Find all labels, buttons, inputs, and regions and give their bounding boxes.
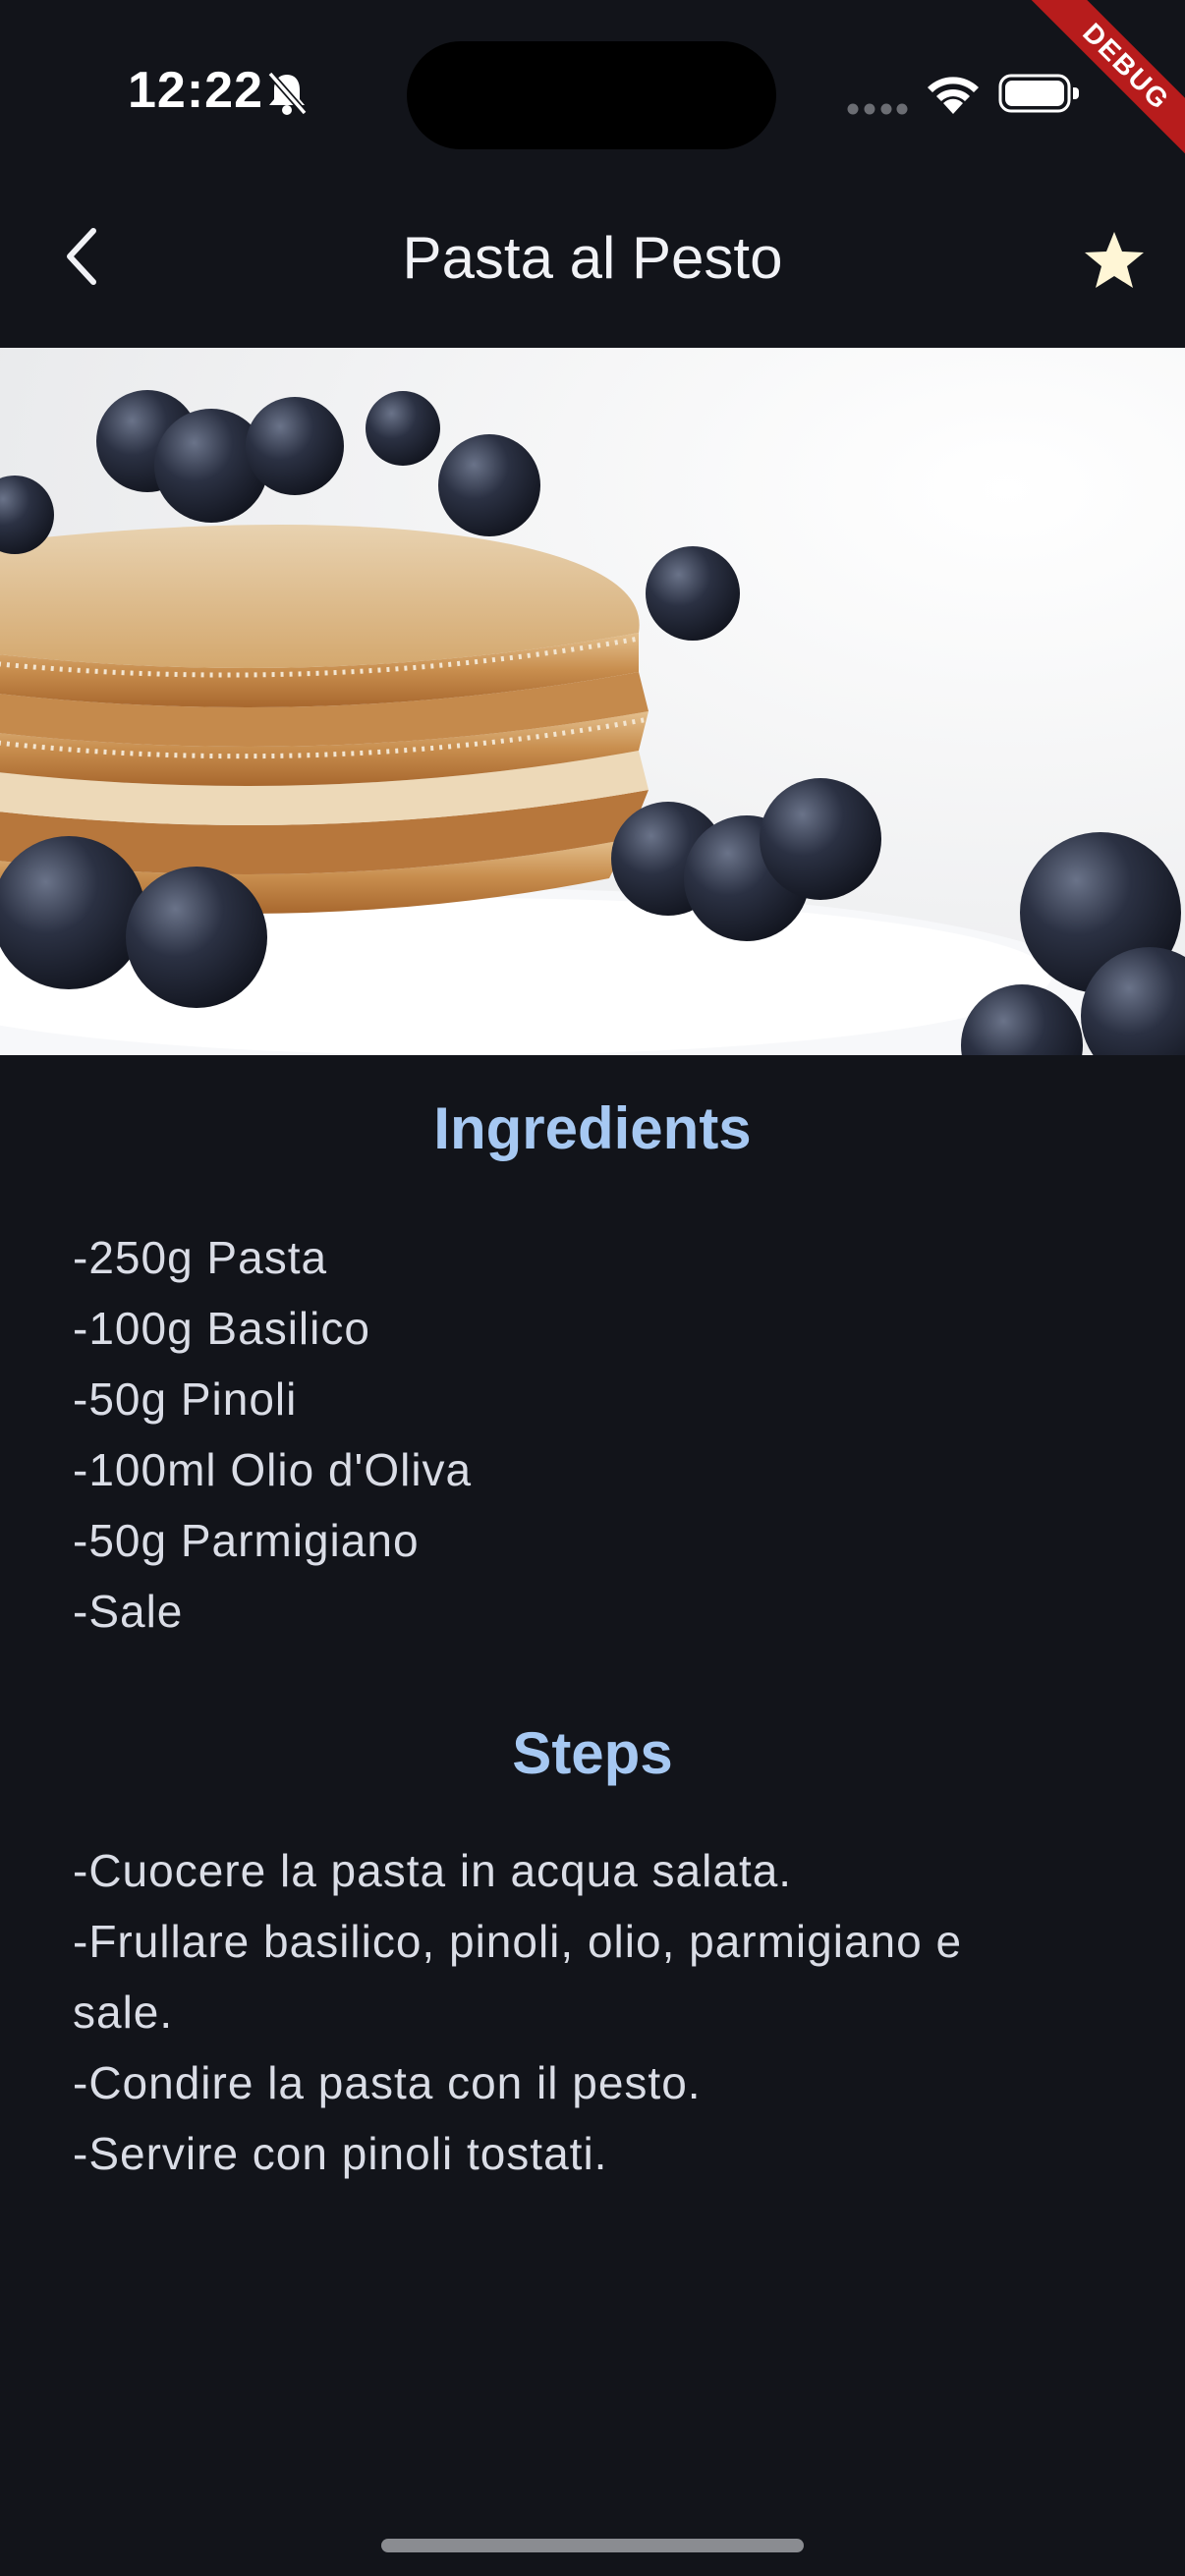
app-bar: Pasta al Pesto xyxy=(0,187,1185,348)
ingredient-item: -50g Pinoli xyxy=(73,1373,298,1425)
step-line: -Frullare basilico, pinoli, olio, parmig… xyxy=(73,1916,963,1967)
dynamic-island xyxy=(407,41,776,149)
steps-list: -Cuocere la pasta in acqua salata. -Frul… xyxy=(73,1835,1114,2189)
status-time: 12:22 xyxy=(128,62,263,119)
status-bar: 12:22 DEBUG xyxy=(0,0,1185,187)
step-line: -Cuocere la pasta in acqua salata. xyxy=(73,1845,793,1896)
step-line: -Condire la pasta con il pesto. xyxy=(73,2057,702,2108)
star-icon xyxy=(1085,232,1144,288)
home-indicator[interactable] xyxy=(381,2539,804,2552)
ingredients-heading: Ingredients xyxy=(433,1095,752,1161)
ingredient-item: -100ml Olio d'Oliva xyxy=(73,1444,473,1495)
step-line: sale. xyxy=(73,1987,174,2038)
bell-slash-icon xyxy=(267,71,308,116)
ingredient-item: -Sale xyxy=(73,1586,184,1637)
ingredient-item: -100g Basilico xyxy=(73,1303,370,1354)
wifi-icon xyxy=(928,77,979,114)
cellular-signal-icon xyxy=(847,103,908,115)
ingredient-item: -250g Pasta xyxy=(73,1232,328,1283)
ingredient-item: -50g Parmigiano xyxy=(73,1515,420,1566)
ingredients-list: -250g Pasta -100g Basilico -50g Pinoli -… xyxy=(73,1222,1114,1647)
recipe-hero-image xyxy=(0,348,1185,1055)
debug-banner: DEBUG xyxy=(1008,0,1185,177)
steps-heading: Steps xyxy=(512,1720,673,1786)
step-line: -Servire con pinoli tostati. xyxy=(73,2128,608,2179)
pancakes-illustration xyxy=(0,348,1185,1055)
debug-banner-label: DEBUG xyxy=(1021,0,1185,172)
page-title: Pasta al Pesto xyxy=(402,225,783,291)
favorite-button[interactable] xyxy=(1075,226,1154,295)
